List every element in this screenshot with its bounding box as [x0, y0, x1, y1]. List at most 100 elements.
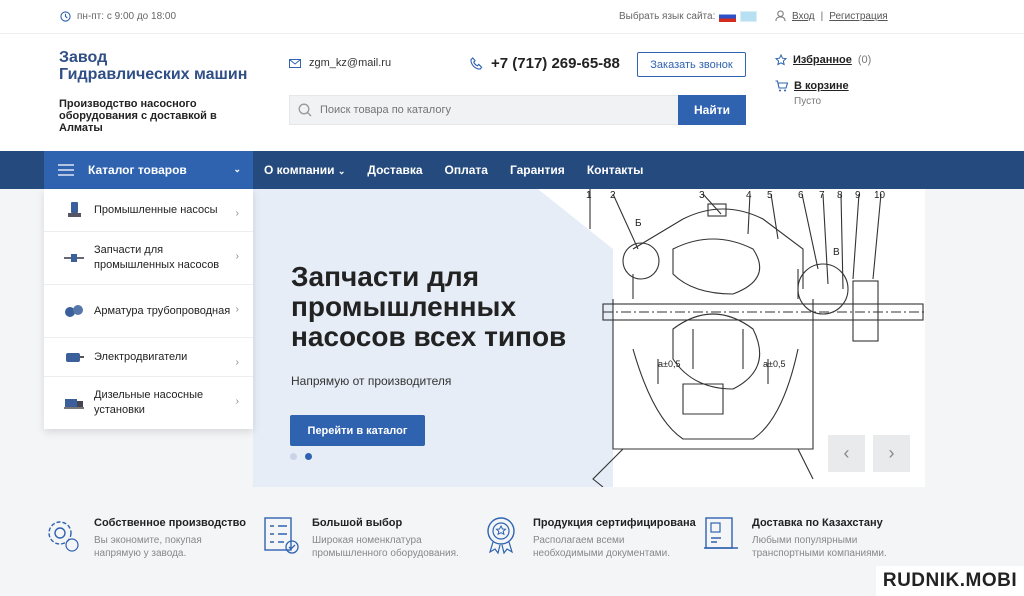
- phone-text: +7 (717) 269-65-88: [491, 55, 620, 72]
- drawing-label-7: 7: [819, 190, 825, 201]
- email-contact[interactable]: zgm_kz@mail.ru: [289, 57, 391, 69]
- kazakh-flag-icon[interactable]: [740, 11, 758, 22]
- logo-line-1: Завод: [59, 49, 108, 66]
- nav-item-warranty[interactable]: Гарантия: [510, 163, 565, 177]
- slider-prev-button[interactable]: ‹: [828, 435, 865, 472]
- feature-delivery: Доставка по Казахстану Любыми популярным…: [702, 515, 892, 560]
- sidebar-item-diesel-units[interactable]: Дизельные насосные установки ›: [44, 377, 253, 429]
- drawing-label-8: 8: [837, 190, 843, 201]
- catalog-dropdown: Промышленные насосы › Запчасти для промы…: [44, 189, 253, 429]
- search-input[interactable]: [320, 104, 650, 116]
- sidebar-item-pipe-fittings[interactable]: Арматура трубопроводная ›: [44, 285, 253, 338]
- nav-item-about-label: О компании: [264, 163, 335, 177]
- chevron-left-icon: ‹: [843, 443, 850, 463]
- cart-icon: [775, 80, 788, 92]
- phone-contact[interactable]: +7 (717) 269-65-88: [470, 55, 620, 72]
- pump-icon: [64, 202, 84, 217]
- clock-icon: [60, 11, 71, 22]
- sidebar-item-spare-parts[interactable]: Запчасти для промышленных насосов ›: [44, 232, 253, 285]
- russian-flag-icon[interactable]: [719, 11, 737, 22]
- cart-link[interactable]: В корзине Пусто: [775, 80, 849, 107]
- star-icon: [775, 54, 787, 66]
- mail-icon: [289, 58, 301, 68]
- auth-separator: |: [820, 10, 824, 22]
- drawing-label-v: В: [833, 247, 840, 258]
- drawing-labels: 1 2 3 4 5 6 7 8 9 10 Б В а±0,5 а±0,5: [586, 190, 886, 369]
- feature-title: Большой выбор: [312, 517, 403, 529]
- catalog-label: Каталог товаров: [88, 163, 187, 177]
- nav-item-payment[interactable]: Оплата: [445, 163, 488, 177]
- slider-dot[interactable]: [290, 453, 297, 460]
- main-nav: Каталог товаров ⌄ О компании ⌄ Доставка …: [0, 151, 1024, 189]
- sidebar-item-label: Электродвигатели: [94, 350, 188, 363]
- diesel-unit-icon: [64, 396, 84, 410]
- nav-menu: О компании ⌄ Доставка Оплата Гарантия Ко…: [264, 163, 643, 177]
- nav-item-contacts[interactable]: Контакты: [587, 163, 644, 177]
- valve-icon: [64, 304, 84, 318]
- nav-item-about[interactable]: О компании ⌄: [264, 163, 345, 177]
- hero-subtitle: Напрямую от производителя: [291, 374, 452, 388]
- language-label: Выбрать язык сайта:: [619, 11, 716, 22]
- drawing-label-5: 5: [767, 190, 773, 201]
- watermark: RUDNIK.MOBI: [876, 566, 1024, 596]
- catalog-button[interactable]: Каталог товаров ⌄: [44, 151, 253, 189]
- user-icon: [775, 10, 786, 22]
- language-switcher: Выбрать язык сайта:: [619, 11, 758, 22]
- sidebar-item-label: Арматура трубопроводная: [94, 304, 231, 317]
- cart-label: В корзине: [794, 80, 849, 92]
- favorites-count: (0): [857, 54, 872, 66]
- feature-text: Располагаем всеми необходимыми документа…: [533, 535, 670, 559]
- sidebar-item-electric-motors[interactable]: Электродвигатели ›: [44, 338, 253, 377]
- drawing-label-3: 3: [699, 190, 705, 201]
- chevron-right-icon: ›: [235, 396, 239, 407]
- site-header: Завод Гидравлических машин Производство …: [0, 34, 1024, 151]
- features-strip: Собственное производство Вы экономите, п…: [0, 487, 1024, 596]
- search-bar: [289, 95, 679, 125]
- sidebar-item-label: Дизельные насосные установки: [94, 389, 204, 416]
- nav-item-delivery[interactable]: Доставка: [367, 163, 422, 177]
- feature-text: Вы экономите, покупая напрямую у завода.: [94, 535, 202, 559]
- delivery-doc-icon: [704, 517, 738, 549]
- login-link[interactable]: Вход: [792, 11, 815, 22]
- work-hours: пн-пт: с 9:00 до 18:00: [60, 11, 176, 22]
- favorites-label: Избранное: [793, 54, 852, 66]
- drawing-label-10: 10: [874, 190, 886, 201]
- motor-icon: [64, 350, 84, 364]
- search-button[interactable]: Найти: [678, 95, 746, 125]
- chevron-right-icon: ›: [235, 208, 239, 219]
- request-call-button[interactable]: Заказать звонок: [637, 52, 746, 77]
- register-link[interactable]: Регистрация: [829, 11, 887, 22]
- drawing-label-1: 1: [586, 190, 592, 201]
- chevron-down-icon: ⌄: [337, 166, 346, 176]
- chevron-right-icon: ›: [235, 357, 239, 368]
- chevron-down-icon: ⌄: [233, 164, 241, 174]
- go-to-catalog-button[interactable]: Перейти в каталог: [290, 415, 425, 446]
- drawing-label-b: Б: [635, 218, 642, 229]
- hero-slider: 1 2 3 4 5 6 7 8 9 10 Б В а±0,5 а±0,5 Зап…: [253, 189, 925, 487]
- chevron-right-icon: ›: [888, 443, 895, 463]
- email-text: zgm_kz@mail.ru: [309, 57, 392, 69]
- checklist-icon: [264, 517, 299, 554]
- certificate-icon: [487, 517, 515, 555]
- drawing-label-a1: а±0,5: [658, 359, 680, 369]
- search-icon: [298, 103, 312, 117]
- drawing-label-4: 4: [746, 190, 752, 201]
- feature-text: Любыми популярными транспортными компани…: [752, 535, 887, 559]
- phone-icon: [470, 57, 483, 70]
- sidebar-item-industrial-pumps[interactable]: Промышленные насосы ›: [44, 189, 253, 232]
- work-hours-text: пн-пт: с 9:00 до 18:00: [77, 11, 177, 22]
- logo-line-2: Гидравлических машин: [59, 66, 248, 83]
- chevron-right-icon: ›: [235, 251, 239, 262]
- logo-tagline: Производство насосного оборудования с до…: [59, 98, 217, 134]
- auth-links: Вход | Регистрация: [775, 10, 888, 22]
- slider-dot-active[interactable]: [305, 453, 312, 460]
- spare-parts-icon: [64, 251, 84, 265]
- drawing-label-a2: а±0,5: [763, 359, 785, 369]
- slider-next-button[interactable]: ›: [873, 435, 910, 472]
- logo[interactable]: Завод Гидравлических машин: [59, 49, 247, 83]
- feature-certified: Продукция сертифицирована Располагаем вс…: [483, 515, 696, 560]
- favorites-link[interactable]: Избранное (0): [775, 54, 871, 66]
- drawing-label-2: 2: [610, 190, 616, 201]
- gear-icon: [48, 521, 79, 552]
- hero-title: Запчасти для промышленных насосов всех т…: [291, 261, 567, 352]
